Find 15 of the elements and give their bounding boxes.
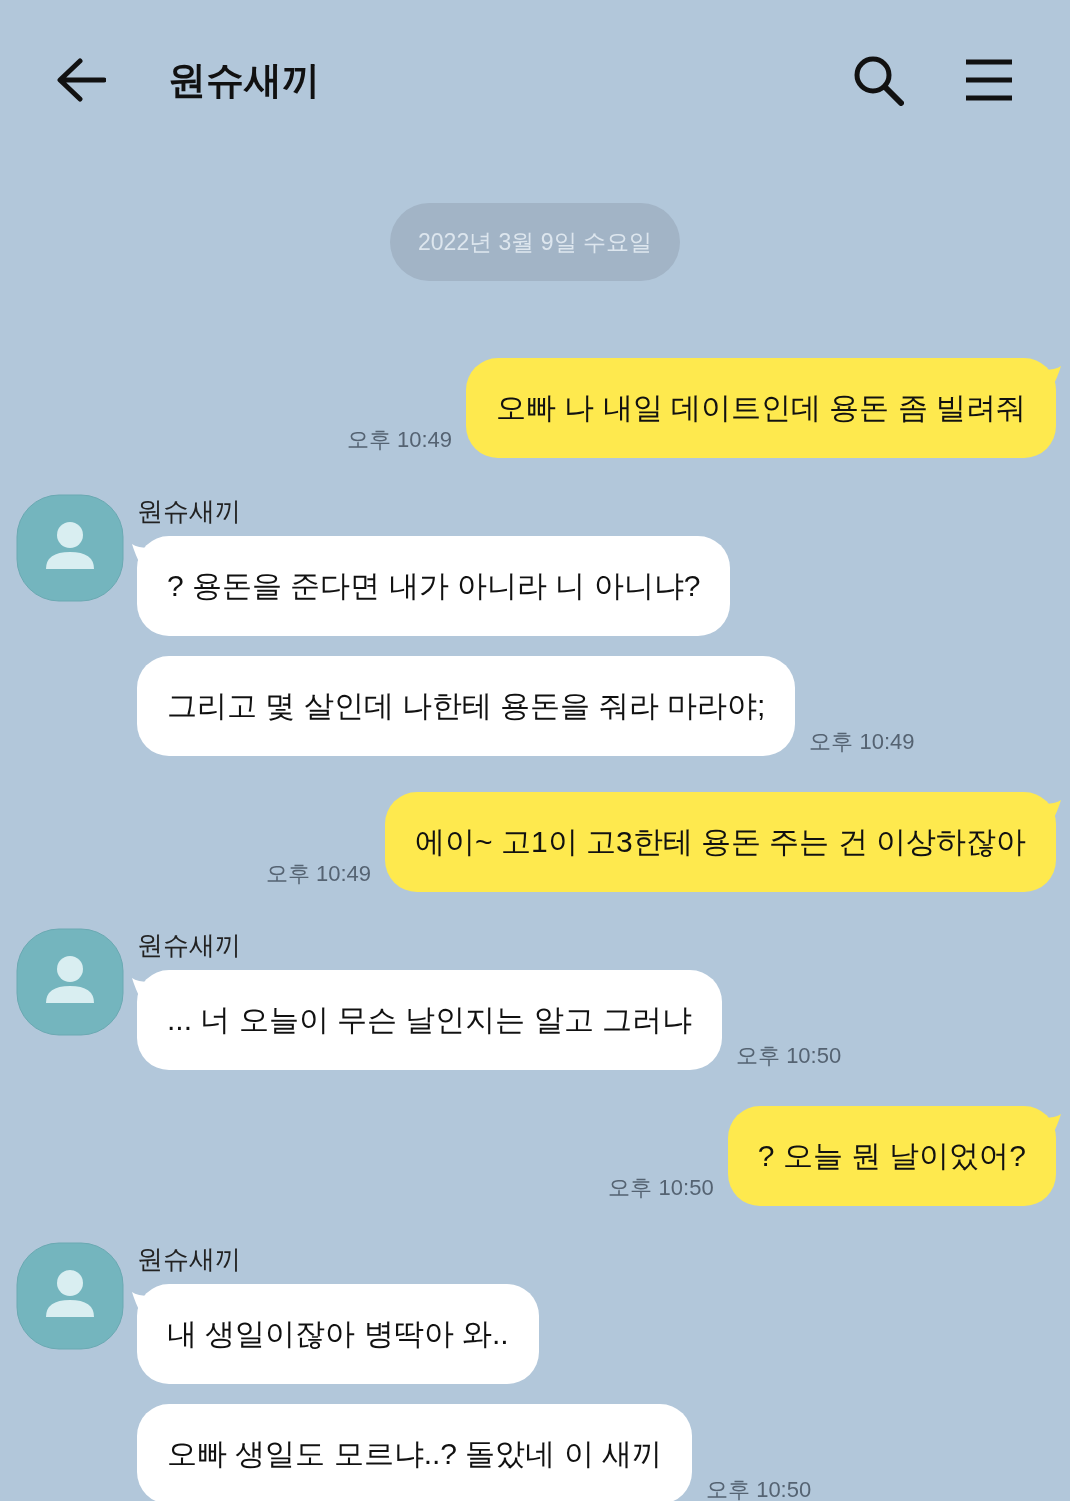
search-icon[interactable] — [852, 54, 904, 106]
sender-name: 원슈새끼 — [137, 495, 241, 526]
sender-name: 원슈새끼 — [137, 929, 241, 960]
message-time: 오후 10:49 — [346, 426, 452, 454]
back-arrow-icon[interactable] — [56, 58, 106, 102]
message-time: 오후 10:50 — [706, 1476, 812, 1501]
message-time: 오후 10:50 — [608, 1174, 714, 1202]
message-time: 오후 10:49 — [809, 728, 915, 756]
message-time: 오후 10:50 — [736, 1042, 842, 1070]
chat-title: 원슈새끼 — [168, 57, 320, 103]
sender-name: 원슈새끼 — [137, 1243, 241, 1274]
menu-icon[interactable] — [964, 59, 1014, 101]
message-time: 오후 10:49 — [265, 860, 372, 888]
message-bubble: 오빠 생일도 모르냐..? 돌았네 이 새끼 — [137, 1404, 693, 1501]
message-bubble: 그리고 몇 살인데 나한테 용돈을 줘라 마라야; — [137, 656, 796, 756]
